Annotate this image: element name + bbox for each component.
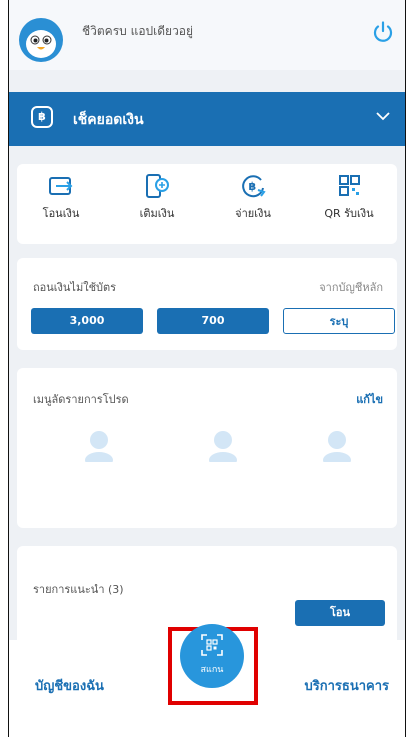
bottom-nav: บัญชีของฉัน บริการธนาคาร สแกน (9, 624, 405, 737)
scan-button[interactable]: สแกน (180, 624, 244, 688)
transfer-label: โอนเงิน (42, 207, 80, 220)
check-balance-label: เช็คยอดเงิน (73, 112, 144, 128)
topup-button[interactable]: เติมเงิน (117, 172, 197, 222)
amount-option-custom[interactable]: ระบุ (283, 308, 395, 334)
cardless-withdraw-card: ถอนเงินไม่ใช้บัตร จากบัญชีหลัก 3,000 700… (17, 258, 397, 350)
favorites-edit-link[interactable]: แก้ไข (356, 390, 383, 408)
scan-label: สแกน (200, 665, 224, 675)
svg-text:฿: ฿ (249, 180, 257, 193)
qr-receive-icon (339, 175, 360, 196)
baht-icon: ฿ (31, 106, 53, 128)
nav-my-accounts[interactable]: บัญชีของฉัน (35, 675, 104, 696)
pay-icon: ฿ (242, 175, 266, 198)
greeting-text: ชีวิตครบ แอปเดียวอยู่ (82, 24, 194, 38)
qr-receive-button[interactable]: QR รับเงิน (309, 172, 389, 222)
person-placeholder-icon[interactable] (319, 426, 355, 462)
pay-label: จ่ายเงิน (235, 207, 271, 220)
transfer-icon (49, 177, 73, 195)
scan-qr-icon (201, 634, 223, 656)
withdraw-title: ถอนเงินไม่ใช้บัตร (33, 281, 117, 294)
transfer-button[interactable]: โอนเงิน (21, 172, 101, 222)
person-placeholder-icon[interactable] (81, 426, 117, 462)
quick-actions-card: โอนเงิน เติมเงิน ฿ จ่ายเงิน QR รับเงิน (17, 164, 397, 244)
header: ชีวิตครบ แอปเดียวอยู่ (9, 0, 405, 70)
topup-label: เติมเงิน (139, 207, 175, 220)
topup-icon (146, 174, 169, 198)
recommended-title: รายการแนะนำ (3) (33, 583, 124, 596)
withdraw-source[interactable]: จากบัญชีหลัก (319, 278, 383, 296)
app-frame: ชีวิตครบ แอปเดียวอยู่ ฿ เช็คยอดเงิน โอนเ… (8, 0, 406, 737)
check-balance-bar[interactable]: ฿ เช็คยอดเงิน (9, 92, 405, 146)
nav-bank-services[interactable]: บริการธนาคาร (305, 675, 390, 696)
amount-option-3000[interactable]: 3,000 (31, 308, 143, 334)
chevron-down-icon[interactable] (375, 108, 391, 124)
recommended-transfer-button[interactable]: โอน (295, 600, 385, 626)
pay-button[interactable]: ฿ จ่ายเงิน (213, 172, 293, 222)
person-placeholder-icon[interactable] (205, 426, 241, 462)
power-icon[interactable] (371, 20, 395, 44)
amount-option-700[interactable]: 700 (157, 308, 269, 334)
penguin-avatar-icon (26, 30, 56, 58)
favorites-card: เมนูลัดรายการโปรด แก้ไข (17, 368, 397, 528)
favorites-title: เมนูลัดรายการโปรด (33, 393, 129, 406)
avatar[interactable] (19, 18, 63, 62)
qr-receive-label: QR รับเงิน (324, 207, 374, 220)
